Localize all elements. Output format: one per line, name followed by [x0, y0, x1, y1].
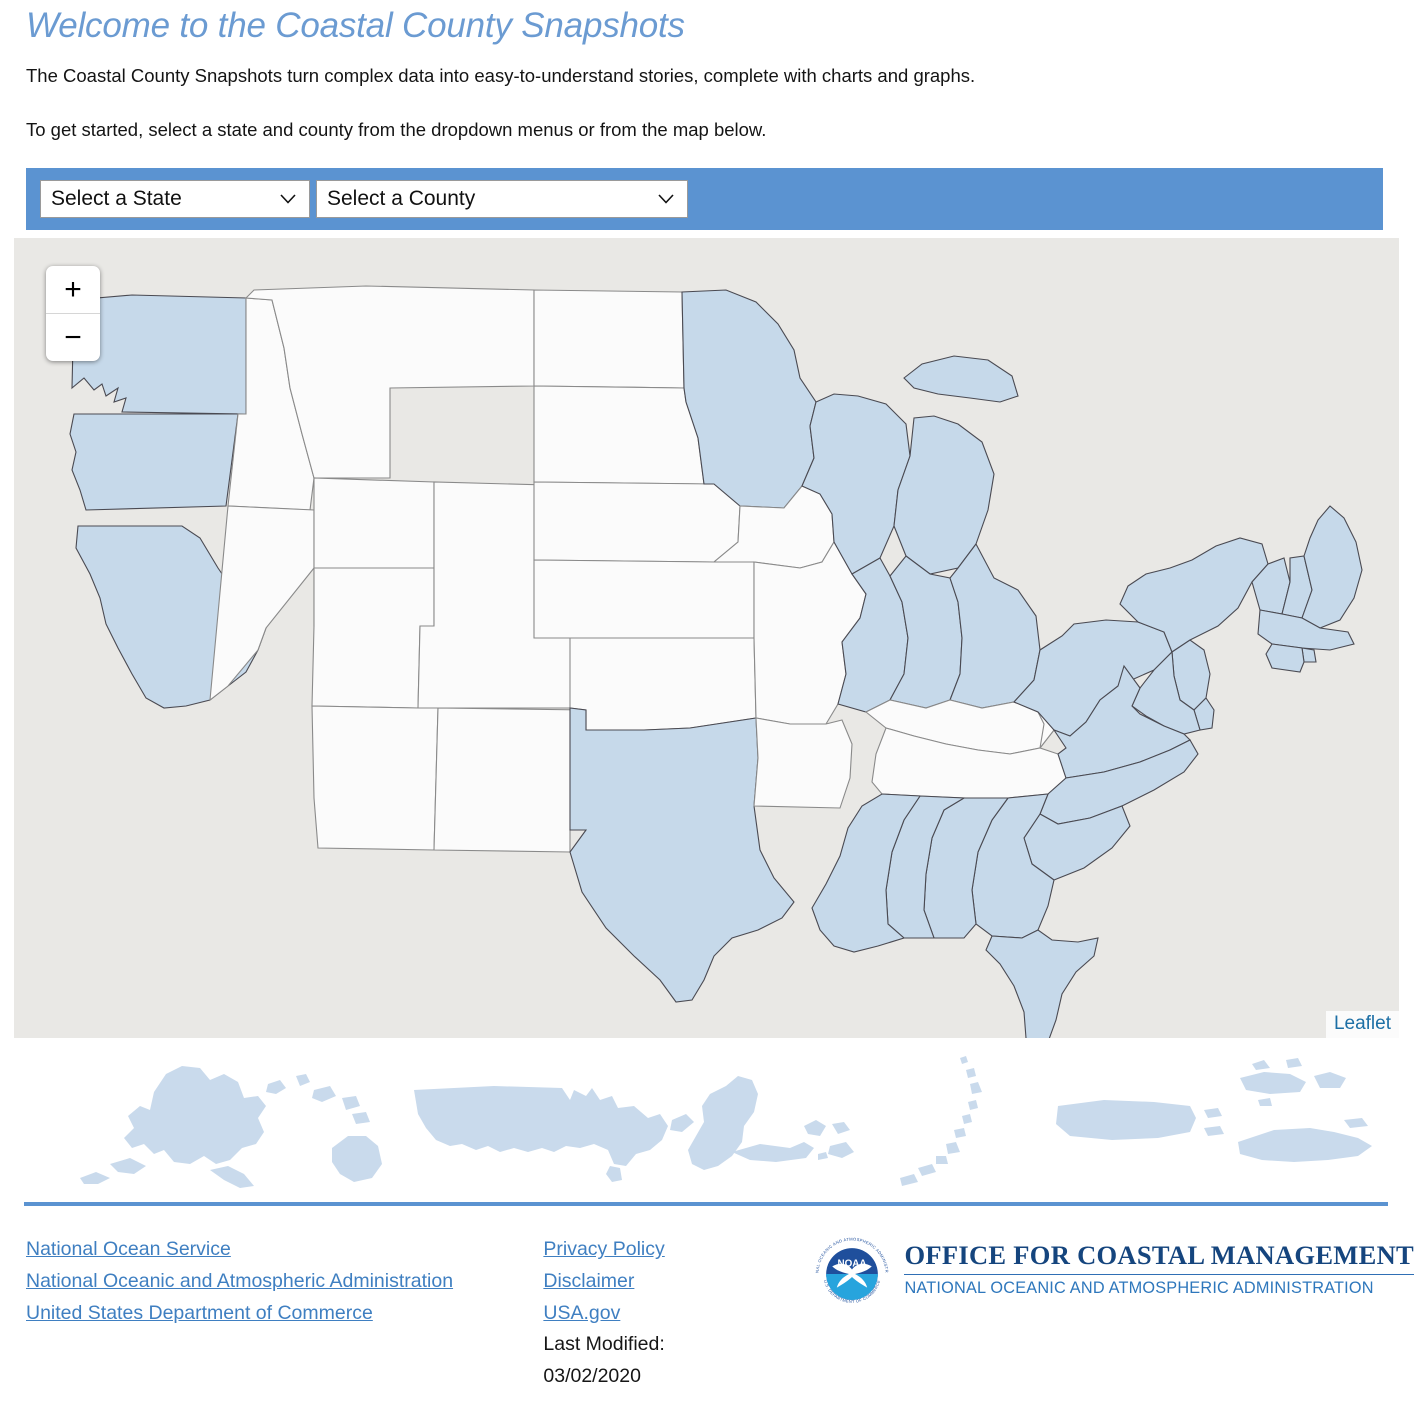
northern-mariana-islands-map-icon[interactable]: [900, 1056, 982, 1187]
link-national-ocean-service[interactable]: National Ocean Service: [26, 1234, 543, 1266]
alaska-map-icon[interactable]: [80, 1066, 266, 1189]
link-disclaimer[interactable]: Disclaimer: [543, 1266, 814, 1298]
state-utah: [311, 567, 435, 709]
territory-selector-strip: [14, 1044, 1399, 1191]
last-modified-date: 03/02/2020: [543, 1364, 641, 1387]
noaa-logo-text: OFFICE FOR COASTAL MANAGEMENT NATIONAL O…: [890, 1236, 1414, 1296]
zoom-in-button[interactable]: +: [46, 266, 100, 315]
intro-paragraph-1: The Coastal County Snapshots turn comple…: [26, 65, 976, 87]
state-select[interactable]: Select a State: [40, 180, 310, 219]
state-oregon: [69, 413, 239, 511]
noaa-logo-title: OFFICE FOR COASTAL MANAGEMENT: [904, 1240, 1414, 1271]
state-new-mexico: [433, 707, 587, 853]
link-noaa[interactable]: National Oceanic and Atmospheric Adminis…: [26, 1266, 543, 1298]
intro-paragraph-2: To get started, select a state and count…: [26, 119, 767, 141]
noaa-logo-subtitle: NATIONAL OCEANIC AND ATMOSPHERIC ADMINIS…: [904, 1278, 1374, 1297]
leaflet-link[interactable]: Leaflet: [1334, 1013, 1391, 1034]
state-south-dakota: [533, 385, 705, 485]
footer: National Ocean Service National Oceanic …: [0, 1206, 1414, 1392]
footer-agency-links: National Ocean Service National Oceanic …: [26, 1234, 543, 1392]
state-arkansas: [753, 717, 853, 809]
state-ohio: [949, 543, 1041, 709]
state-arizona: [311, 705, 439, 851]
us-map-svg[interactable]: [14, 238, 1399, 1039]
county-select-value: Select a County: [327, 187, 476, 211]
link-usa-gov[interactable]: USA.gov: [543, 1298, 814, 1330]
map-zoom-controls[interactable]: + −: [46, 266, 100, 362]
state-nevada: [209, 505, 315, 702]
state-connecticut: [1265, 643, 1305, 673]
noaa-seal-icon: NOAA NATIONAL OCEANIC AND ATMOSPHERIC AD…: [814, 1236, 889, 1304]
us-map[interactable]: + − Leaflet: [14, 238, 1399, 1039]
state-michigan: [893, 355, 1019, 575]
state-nebraska: [533, 481, 741, 563]
noaa-logo[interactable]: NOAA NATIONAL OCEANIC AND ATMOSPHERIC AD…: [814, 1234, 1414, 1392]
link-privacy-policy[interactable]: Privacy Policy: [543, 1234, 814, 1266]
chevron-down-icon: [653, 194, 687, 205]
selector-bar: Select a State Select a County: [26, 168, 1383, 231]
link-department-of-commerce[interactable]: United States Department of Commerce: [26, 1298, 543, 1330]
state-florida: [985, 929, 1099, 1039]
zoom-out-button[interactable]: −: [46, 314, 100, 361]
map-attribution: Leaflet: [1325, 1011, 1399, 1039]
hawaii-map-icon[interactable]: [266, 1074, 382, 1183]
county-select[interactable]: Select a County: [316, 180, 688, 219]
state-select-value: Select a State: [51, 187, 182, 211]
american-samoa-map-icon[interactable]: [732, 1120, 854, 1163]
footer-policy-links: Privacy Policy Disclaimer USA.gov Last M…: [543, 1234, 814, 1392]
svg-text:NOAA: NOAA: [838, 1259, 867, 1270]
state-north-dakota: [533, 289, 685, 389]
us-virgin-islands-map-icon[interactable]: [1238, 1058, 1372, 1163]
noaa-logo-rule: [904, 1273, 1414, 1275]
state-kansas: [533, 559, 755, 639]
chevron-down-icon: [275, 194, 309, 205]
territory-thumbnails[interactable]: [14, 1044, 1399, 1190]
puerto-rico-map-icon[interactable]: [1056, 1100, 1224, 1141]
conus-map-icon[interactable]: [414, 1086, 668, 1183]
last-modified-label: Last Modified:: [543, 1333, 665, 1356]
page-title: Welcome to the Coastal County Snapshots: [26, 6, 685, 45]
state-maine: [1301, 505, 1363, 629]
